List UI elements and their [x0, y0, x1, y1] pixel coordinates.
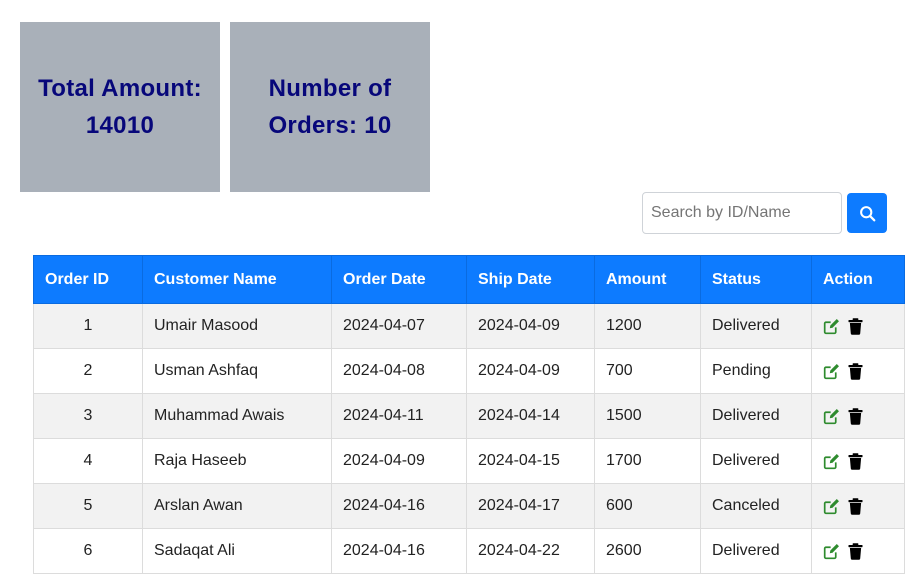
table-row: 1 Umair Masood 2024-04-07 2024-04-09 1200 Del…: [33, 303, 905, 349]
table-row: 5 Arslan Awan 2024-04-16 2024-04-17 600 Cance…: [33, 483, 905, 529]
status-cell: Pending: [700, 348, 812, 394]
order-date-cell: 2024-04-11: [331, 393, 467, 439]
ship-date-cell: 2024-04-17: [466, 483, 595, 529]
trash-icon[interactable]: [848, 542, 865, 560]
edit-icon[interactable]: [823, 363, 840, 380]
customer-name-cell: Arslan Awan: [142, 483, 332, 529]
search-input[interactable]: [642, 192, 842, 234]
trash-icon[interactable]: [848, 317, 865, 335]
search-button[interactable]: [847, 193, 887, 233]
header-action: Action: [811, 255, 905, 304]
order-date-cell: 2024-04-16: [331, 483, 467, 529]
orders-table: Order ID Customer Name Order Date Ship D…: [33, 255, 905, 574]
action-cell: [811, 483, 905, 529]
order-date-cell: 2024-04-08: [331, 348, 467, 394]
action-cell: [811, 393, 905, 439]
table-row: 3 Muhammad Awais 2024-04-11 2024-04-14 1500 D…: [33, 393, 905, 439]
status-cell: Delivered: [700, 438, 812, 484]
customer-name-cell: Umair Masood: [142, 303, 332, 349]
table-row: 6 Sadaqat Ali 2024-04-16 2024-04-22 2600 Deli…: [33, 528, 905, 574]
header-customer-name: Customer Name: [142, 255, 332, 304]
action-cell: [811, 303, 905, 349]
header-order-date: Order Date: [331, 255, 467, 304]
order-date-cell: 2024-04-09: [331, 438, 467, 484]
total-amount-card: Total Amount: 14010: [20, 22, 220, 192]
edit-icon[interactable]: [823, 318, 840, 335]
number-of-orders-card: Number of Orders: 10: [230, 22, 430, 192]
search-icon: [859, 205, 876, 222]
status-cell: Delivered: [700, 303, 812, 349]
customer-name-cell: Usman Ashfaq: [142, 348, 332, 394]
order-id-cell: 6: [33, 528, 143, 574]
trash-icon[interactable]: [848, 497, 865, 515]
ship-date-cell: 2024-04-14: [466, 393, 595, 439]
amount-cell: 600: [594, 483, 701, 529]
header-order-id: Order ID: [33, 255, 143, 304]
table-header-row: Order ID Customer Name Order Date Ship D…: [33, 255, 905, 304]
action-cell: [811, 348, 905, 394]
edit-icon[interactable]: [823, 498, 840, 515]
amount-cell: 2600: [594, 528, 701, 574]
order-id-cell: 1: [33, 303, 143, 349]
trash-icon[interactable]: [848, 452, 865, 470]
trash-icon[interactable]: [848, 362, 865, 380]
total-amount-value: 14010: [85, 112, 155, 139]
customer-name-cell: Sadaqat Ali: [142, 528, 332, 574]
status-cell: Delivered: [700, 393, 812, 439]
edit-icon[interactable]: [823, 543, 840, 560]
status-cell: Canceled: [700, 483, 812, 529]
header-amount: Amount: [594, 255, 701, 304]
action-cell: [811, 528, 905, 574]
order-id-cell: 3: [33, 393, 143, 439]
edit-icon[interactable]: [823, 453, 840, 470]
amount-cell: 700: [594, 348, 701, 394]
order-id-cell: 4: [33, 438, 143, 484]
table-row: 2 Usman Ashfaq 2024-04-08 2024-04-09 700 Pend…: [33, 348, 905, 394]
order-id-cell: 5: [33, 483, 143, 529]
order-id-cell: 2: [33, 348, 143, 394]
ship-date-cell: 2024-04-22: [466, 528, 595, 574]
total-amount-label: Total Amount:: [38, 75, 202, 102]
ship-date-cell: 2024-04-15: [466, 438, 595, 484]
header-status: Status: [700, 255, 812, 304]
header-ship-date: Ship Date: [466, 255, 595, 304]
order-date-cell: 2024-04-07: [331, 303, 467, 349]
number-of-orders-value: 10: [364, 112, 392, 139]
action-cell: [811, 438, 905, 484]
customer-name-cell: Muhammad Awais: [142, 393, 332, 439]
customer-name-cell: Raja Haseeb: [142, 438, 332, 484]
table-row: 4 Raja Haseeb 2024-04-09 2024-04-15 1700 Deli…: [33, 438, 905, 484]
trash-icon[interactable]: [848, 407, 865, 425]
ship-date-cell: 2024-04-09: [466, 348, 595, 394]
amount-cell: 1500: [594, 393, 701, 439]
amount-cell: 1200: [594, 303, 701, 349]
ship-date-cell: 2024-04-09: [466, 303, 595, 349]
status-cell: Delivered: [700, 528, 812, 574]
order-date-cell: 2024-04-16: [331, 528, 467, 574]
amount-cell: 1700: [594, 438, 701, 484]
edit-icon[interactable]: [823, 408, 840, 425]
